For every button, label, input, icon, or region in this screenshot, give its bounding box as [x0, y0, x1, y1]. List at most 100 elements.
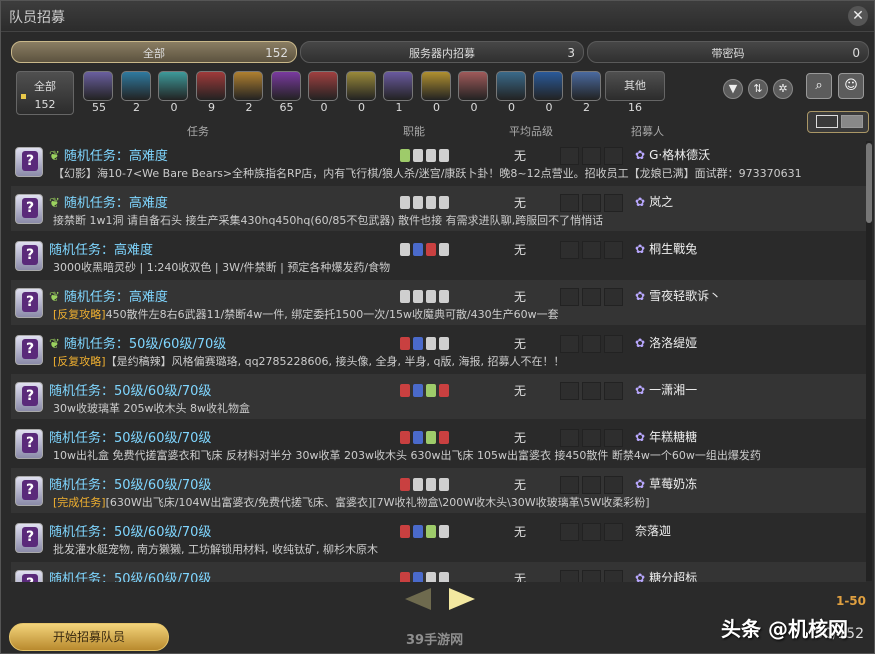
title-bar[interactable]: 队员招募 ✕	[1, 1, 874, 32]
previous-page-icon[interactable]	[405, 588, 431, 610]
world-icon: ✿	[635, 242, 646, 256]
category-gathering[interactable]: 0	[495, 71, 528, 117]
category-count: 0	[545, 101, 553, 114]
listing-row[interactable]: 随机任务：高难度 3000收黑暗灵砂 | 1:240收双色 | 3W/件禁断 | …	[11, 233, 866, 278]
job-slot-icon	[400, 384, 410, 397]
job-slot-icon	[400, 196, 410, 209]
recruiter-name: 糖分超标	[649, 571, 698, 582]
header-jobs: 职能	[403, 125, 425, 138]
duty-name: 随机任务：50级/60级/70级	[49, 478, 212, 493]
category-high-end[interactable]: 65	[270, 71, 303, 117]
sprout-icon: ❦	[49, 196, 60, 211]
listing-row[interactable]: ❦随机任务：高难度[反复攻略]450散件左8右6武器11/禁断4w一件, 绑定委…	[11, 280, 866, 325]
job-slot-icon	[439, 431, 449, 444]
member-slots	[560, 570, 626, 582]
job-slot-icon	[400, 290, 410, 303]
recruiter[interactable]: ✿ 一潇湘一	[635, 381, 697, 398]
recruiter[interactable]: ✿ 年糕糖糖	[635, 428, 697, 445]
start-recruiting-button[interactable]: 开始招募队员	[9, 623, 169, 651]
recruiter[interactable]: ✿ 糖分超标	[635, 569, 697, 582]
category-hunt[interactable]: 0	[458, 71, 490, 117]
recruiter[interactable]: 奈落迦	[635, 522, 671, 539]
listing-row[interactable]: 随机任务：50级/60级/70级 10w出礼盒 免费代搓富婆衣和飞床 反材料对半分…	[11, 421, 866, 466]
recruiter[interactable]: ✿ 雪夜轻歌诉丶	[635, 287, 721, 304]
job-slot-icon	[413, 525, 423, 538]
empty-slot	[582, 382, 601, 400]
category-other-label: 其他	[605, 71, 665, 101]
window-title: 队员招募	[9, 10, 65, 26]
scrollbar-thumb[interactable]	[866, 143, 872, 223]
gear-icon[interactable]: ✲	[773, 79, 793, 99]
recruiter[interactable]: ✿ 草莓奶冻	[635, 475, 697, 492]
job-slot-icon	[426, 431, 436, 444]
listing-row[interactable]: 随机任务：50级/60级/70级 无 ✿糖分超标	[11, 562, 866, 582]
comment-text: 批发灌水艇宠物, 南方獭獭, 工坊解锁用材料, 收纯钛矿, 柳杉木原木	[53, 543, 378, 556]
job-slot-icon	[439, 290, 449, 303]
player-search-icon[interactable]: ☺	[838, 73, 864, 99]
category-raid[interactable]: 2	[233, 71, 265, 117]
category-guildhest[interactable]: 0	[158, 71, 190, 117]
listing-tag: [完成任务]	[53, 496, 106, 509]
listing-row[interactable]: ❦随机任务：高难度接禁断 1w1洞 请自备石头 接生产采集430hq450hq(…	[11, 186, 866, 231]
listing-row[interactable]: 随机任务：50级/60级/70级 30w收玻璃革 205w收木头 8w收礼物盒 无 ✿…	[11, 374, 866, 419]
job-slot-icon	[413, 243, 423, 256]
category-trial[interactable]: 9	[195, 71, 228, 117]
listing-row[interactable]: ❦随机任务：50级/60级/70级[反复攻略]【是约稿辣】风格偏赛璐珞, qq2…	[11, 327, 866, 372]
header-duty: 任务	[187, 125, 209, 138]
job-slot-icon	[439, 337, 449, 350]
sort-icon[interactable]: ⇅	[748, 79, 768, 99]
search-icon[interactable]: ⌕	[806, 73, 832, 99]
recruiter[interactable]: ✿ 岚之	[635, 193, 673, 210]
duty-roulette-icon	[15, 147, 43, 177]
category-dungeon[interactable]: 2	[120, 71, 153, 117]
category-count: 65	[279, 101, 294, 114]
job-slot-icon	[413, 572, 423, 582]
empty-slot	[604, 335, 623, 353]
category-roulette[interactable]: 55	[83, 71, 115, 117]
empty-slot	[582, 147, 601, 165]
recruiter-name: 奈落迦	[635, 524, 672, 538]
tab-password[interactable]: 带密码 0	[587, 41, 869, 63]
job-slot-icon	[400, 525, 410, 538]
world-icon: ✿	[635, 336, 646, 350]
empty-slot	[582, 429, 601, 447]
comment-text: 【是约稿辣】风格偏赛璐珞, qq2785228606, 接头像, 全身, 半身,…	[105, 355, 565, 368]
tab-server[interactable]: 服务器内招募 3	[300, 41, 584, 63]
listing-row[interactable]: 随机任务：50级/60级/70级批发灌水艇宠物, 南方獭獭, 工坊解锁用材料, …	[11, 515, 866, 560]
category-quest[interactable]: 0	[345, 71, 378, 117]
gathering-icon	[495, 71, 526, 101]
listing-tag: [反复攻略]	[53, 308, 106, 321]
duty-roulette-icon	[15, 476, 43, 506]
roulette-icon	[83, 71, 113, 101]
filter-icon[interactable]: ▼	[723, 79, 743, 99]
category-deep-dungeon[interactable]: 0	[533, 71, 565, 117]
empty-slot	[604, 429, 623, 447]
category-fate[interactable]: 1	[383, 71, 415, 117]
deep-dungeon-icon	[533, 71, 563, 101]
category-other-button[interactable]: 其他 16	[605, 71, 665, 115]
close-icon[interactable]: ✕	[848, 6, 868, 26]
treasure-hunt-icon	[420, 71, 451, 101]
listing-title: 随机任务：50级/60级/70级	[49, 568, 211, 582]
next-page-icon[interactable]	[449, 588, 475, 610]
tab-all[interactable]: 全部 152	[11, 41, 297, 63]
category-count: 0	[170, 101, 178, 114]
recruiter[interactable]: ✿ 桐生戰兔	[635, 240, 697, 257]
listing-row[interactable]: ❦随机任务：高难度【幻影】海10-7<We Bare Bears>全种族指名RP…	[11, 139, 866, 184]
recruiter[interactable]: ✿ G·格林德沃	[635, 146, 710, 163]
average-ilvl: 无	[514, 196, 527, 210]
duty-name: 随机任务：高难度	[63, 196, 168, 211]
job-slot-icon	[439, 384, 449, 397]
category-pvp[interactable]: 0	[308, 71, 340, 117]
scrollbar[interactable]	[866, 141, 872, 581]
member-slots	[560, 523, 626, 545]
category-treasure-hunt[interactable]: 0	[420, 71, 453, 117]
recruiter[interactable]: ✿ 洛洛缇娅	[635, 334, 697, 351]
empty-slot	[604, 523, 623, 541]
listing-row[interactable]: 随机任务：50级/60级/70级[完成任务][630W出飞床/104W出富婆衣/…	[11, 468, 866, 513]
category-adventuring[interactable]: 2	[570, 71, 603, 117]
guildhest-icon	[158, 71, 188, 101]
high-end-icon	[270, 71, 301, 101]
job-slot-icon	[413, 478, 423, 491]
duty-name: 随机任务：高难度	[63, 149, 168, 164]
